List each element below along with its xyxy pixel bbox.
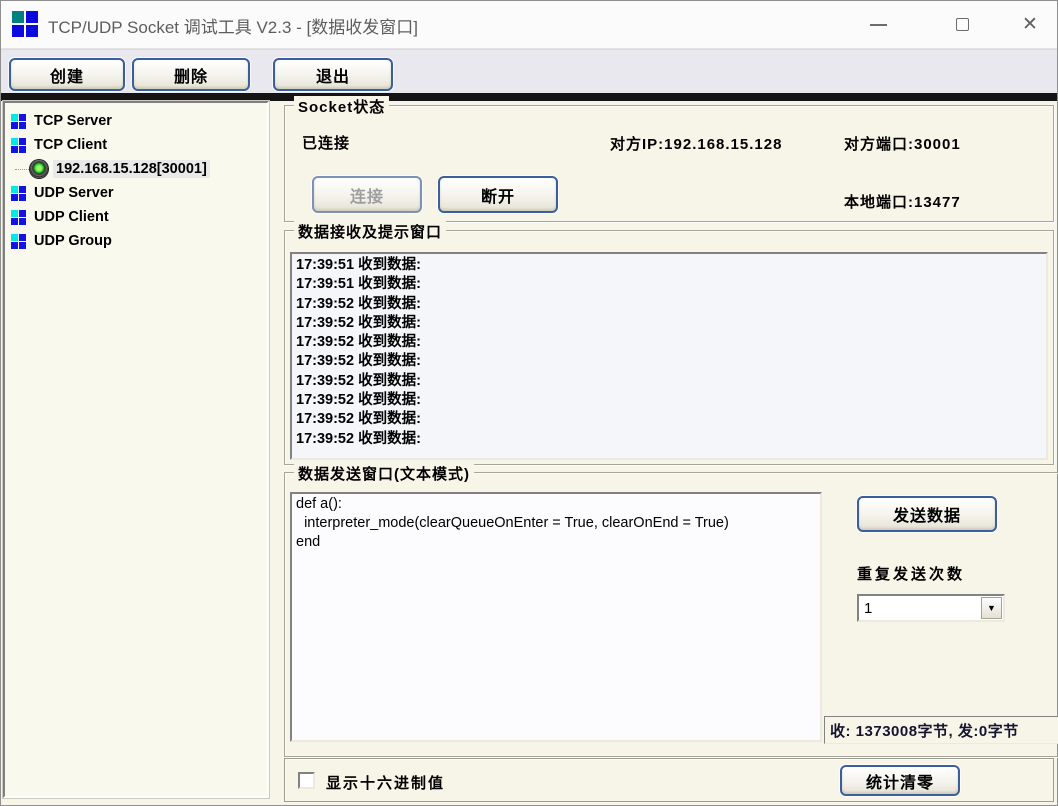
socket-node-icon [11, 210, 26, 225]
show-hex-label: 显示十六进制值 [326, 772, 445, 793]
repeat-count-value: 1 [864, 600, 872, 617]
tree-item-udp-client[interactable]: UDP Client [5, 205, 267, 229]
tree-connector-line [15, 169, 29, 170]
receive-log[interactable]: 17:39:51 收到数据: 17:39:51 收到数据: 17:39:52 收… [290, 252, 1048, 460]
tree-item-label: UDP Client [34, 209, 109, 225]
peer-ip-text: 对方IP:192.168.15.128 [610, 133, 782, 154]
connection-tree: TCP Server TCP Client 192.168.15.128[300… [3, 101, 269, 798]
receive-log-line: 17:39:52 收到数据: [296, 314, 1042, 333]
socket-node-icon [11, 234, 26, 249]
socket-status-group-title: Socket状态 [294, 96, 389, 117]
socket-status-group: Socket状态 已连接 对方IP:192.168.15.128 对方端口:30… [284, 105, 1054, 222]
close-button[interactable]: ✕ [1007, 1, 1053, 48]
receive-log-line: 17:39:52 收到数据: [296, 391, 1042, 410]
socket-node-icon [11, 138, 26, 153]
receive-log-line: 17:39:52 收到数据: [296, 295, 1042, 314]
receive-log-line: 17:39:52 收到数据: [296, 410, 1042, 429]
receive-log-line: 17:39:52 收到数据: [296, 430, 1042, 449]
exit-button[interactable]: 退出 [273, 58, 393, 91]
show-hex-checkbox[interactable] [298, 772, 315, 789]
send-group: 数据发送窗口(文本模式) def a(): interpreter_mode(c… [284, 472, 1058, 757]
disconnect-button[interactable]: 断开 [438, 176, 558, 213]
app-logo-icon [12, 11, 39, 38]
receive-group: 数据接收及提示窗口 17:39:51 收到数据: 17:39:51 收到数据: … [284, 230, 1054, 465]
minimize-icon [870, 24, 887, 26]
socket-node-icon [11, 114, 26, 129]
socket-node-icon [11, 186, 26, 201]
tree-item-tcp-server[interactable]: TCP Server [5, 109, 267, 133]
repeat-count-label: 重复发送次数 [857, 563, 965, 584]
byte-counter-text: 收: 1373008字节, 发:0字节 [830, 720, 1019, 741]
minimize-button[interactable] [855, 1, 901, 48]
local-port-text: 本地端口:13477 [844, 191, 961, 212]
tree-item-udp-group[interactable]: UDP Group [5, 229, 267, 253]
app-window: TCP/UDP Socket 调试工具 V2.3 - [数据收发窗口] ✕ 创建… [0, 0, 1058, 806]
close-icon: ✕ [1022, 15, 1038, 34]
chevron-down-icon: ▼ [987, 604, 996, 613]
connect-button[interactable]: 连接 [312, 176, 422, 213]
title-bar: TCP/UDP Socket 调试工具 V2.3 - [数据收发窗口] ✕ [1, 1, 1057, 49]
tree-item-label: 192.168.15.128[30001] [53, 160, 210, 178]
tree-item-label: UDP Server [34, 185, 114, 201]
maximize-icon [956, 18, 969, 31]
bottom-options-row: 显示十六进制值 统计清零 [284, 758, 1054, 802]
send-group-title: 数据发送窗口(文本模式) [294, 463, 474, 484]
receive-log-line: 17:39:51 收到数据: [296, 275, 1042, 294]
window-title: TCP/UDP Socket 调试工具 V2.3 - [数据收发窗口] [48, 13, 418, 38]
byte-counter-box: 收: 1373008字节, 发:0字节 [824, 716, 1058, 744]
receive-log-line: 17:39:52 收到数据: [296, 333, 1042, 352]
connected-socket-icon [30, 160, 48, 178]
toolbar-divider [1, 93, 1057, 101]
repeat-count-dropdown[interactable]: 1 ▼ [857, 594, 1005, 622]
tree-item-tcp-connection[interactable]: 192.168.15.128[30001] [5, 157, 267, 181]
send-text-input[interactable]: def a(): interpreter_mode(clearQueueOnEn… [290, 492, 822, 742]
receive-log-line: 17:39:51 收到数据: [296, 256, 1042, 275]
receive-log-line: 17:39:52 收到数据: [296, 372, 1042, 391]
tree-item-tcp-client[interactable]: TCP Client [5, 133, 267, 157]
delete-button[interactable]: 删除 [132, 58, 250, 91]
clear-stats-button[interactable]: 统计清零 [840, 765, 960, 796]
tree-item-label: TCP Server [34, 113, 112, 129]
create-button[interactable]: 创建 [9, 58, 125, 91]
peer-port-text: 对方端口:30001 [844, 133, 961, 154]
dropdown-button[interactable]: ▼ [981, 597, 1002, 619]
maximize-button[interactable] [939, 1, 985, 48]
tree-item-label: TCP Client [34, 137, 107, 153]
tree-item-label: UDP Group [34, 233, 112, 249]
send-data-button[interactable]: 发送数据 [857, 496, 997, 532]
tree-item-udp-server[interactable]: UDP Server [5, 181, 267, 205]
receive-log-line: 17:39:52 收到数据: [296, 352, 1042, 371]
receive-group-title: 数据接收及提示窗口 [294, 221, 446, 242]
connection-state-text: 已连接 [302, 132, 350, 153]
